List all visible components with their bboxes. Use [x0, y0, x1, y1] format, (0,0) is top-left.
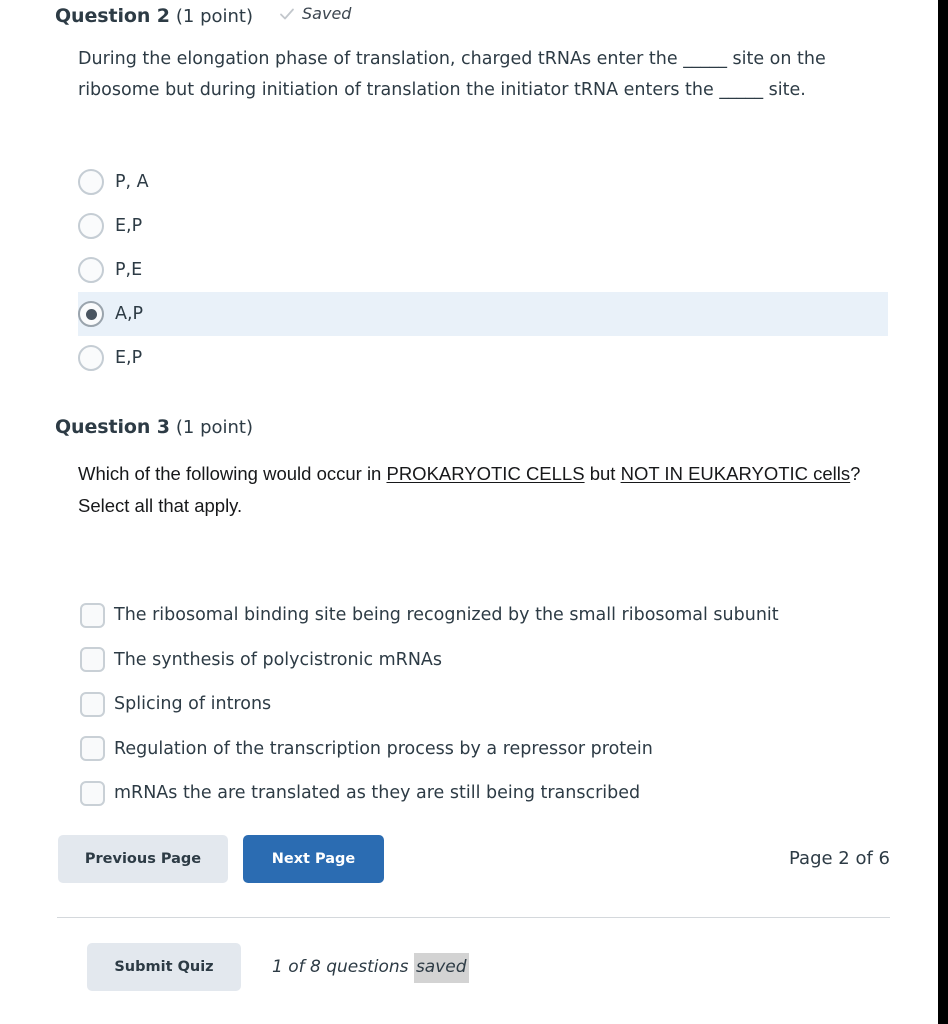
quiz-page: Question 2 (1 point) Saved During the el…	[0, 0, 938, 1024]
question-3-number: Question 3	[55, 416, 170, 438]
page-indicator: Page 2 of 6	[789, 848, 890, 869]
checkbox-icon[interactable]	[80, 691, 105, 717]
answer-option-label: E,P	[115, 348, 143, 368]
checkbox-icon[interactable]	[80, 780, 105, 806]
answer-option-label: A,P	[115, 304, 144, 324]
answer-option-row-selected[interactable]: A,P	[78, 292, 888, 336]
question-3-text-part-underlined: PROKARYOTIC CELLS	[386, 463, 585, 484]
submit-quiz-button[interactable]: Submit Quiz	[87, 943, 241, 991]
question-3-answer-list: The ribosomal binding site being recogni…	[0, 593, 938, 816]
checkbox-option-row[interactable]: The ribosomal binding site being recogni…	[0, 593, 938, 638]
question-2-saved-status: Saved	[279, 4, 351, 23]
radio-icon-selected[interactable]	[78, 301, 104, 327]
question-3-text: Which of the following would occur in PR…	[78, 458, 878, 522]
question-3-text-part-underlined: NOT IN EUKARYOTIC cells	[620, 463, 851, 484]
previous-page-button[interactable]: Previous Page	[58, 835, 228, 883]
saved-status-highlight: saved	[413, 953, 469, 983]
radio-icon[interactable]	[78, 345, 104, 371]
checkbox-option-label: The synthesis of polycistronic mRNAs	[114, 649, 443, 670]
answer-option-label: P,E	[115, 260, 143, 280]
checkbox-icon[interactable]	[80, 602, 105, 628]
question-2-header: Question 2 (1 point) Saved	[55, 4, 351, 27]
right-edge-gutter	[938, 0, 948, 1024]
question-2-number: Question 2	[55, 4, 170, 27]
answer-option-row[interactable]: E,P	[0, 204, 938, 248]
checkbox-option-row[interactable]: Splicing of introns	[0, 682, 938, 727]
question-3-text-part: Which of the following would occur in	[78, 463, 387, 484]
radio-icon[interactable]	[78, 169, 104, 195]
checkbox-option-row[interactable]: Regulation of the transcription process …	[0, 727, 938, 772]
answer-option-row[interactable]: P, A	[0, 160, 938, 204]
answer-option-label: P, A	[115, 172, 149, 192]
footer-divider	[57, 917, 890, 918]
question-3-header: Question 3 (1 point)	[55, 416, 253, 438]
answer-option-label: E,P	[115, 216, 143, 236]
checkbox-option-label: mRNAs the are translated as they are sti…	[114, 783, 641, 804]
question-3-points: (1 point)	[175, 417, 254, 438]
pagination-bar: Previous Page Next Page Page 2 of 6	[0, 835, 938, 883]
checkbox-icon[interactable]	[80, 647, 105, 673]
answer-option-row[interactable]: E,P	[0, 336, 938, 380]
saved-questions-status: 1 of 8 questions saved	[272, 943, 469, 991]
checkbox-icon[interactable]	[80, 736, 105, 762]
radio-icon[interactable]	[78, 213, 104, 239]
checkbox-option-row[interactable]: The synthesis of polycistronic mRNAs	[0, 638, 938, 683]
checkbox-option-row[interactable]: mRNAs the are translated as they are sti…	[0, 771, 938, 816]
question-2-points: (1 point)	[175, 5, 254, 27]
answer-option-row[interactable]: P,E	[0, 248, 938, 292]
question-2-answer-list: P, A E,P P,E A,P E,P	[0, 160, 938, 380]
saved-status-prefix: 1 of 8 questions	[272, 957, 414, 977]
question-2-saved-label: Saved	[302, 4, 352, 23]
next-page-button[interactable]: Next Page	[243, 835, 384, 883]
checkbox-option-label: Splicing of introns	[114, 694, 272, 715]
question-3-text-part: but	[584, 463, 621, 484]
check-icon	[279, 6, 295, 22]
radio-icon[interactable]	[78, 257, 104, 283]
question-2-text: During the elongation phase of translati…	[78, 49, 826, 100]
checkbox-option-label: The ribosomal binding site being recogni…	[114, 605, 779, 626]
checkbox-option-label: Regulation of the transcription process …	[114, 738, 653, 759]
submit-bar: Submit Quiz 1 of 8 questions saved	[0, 943, 938, 991]
